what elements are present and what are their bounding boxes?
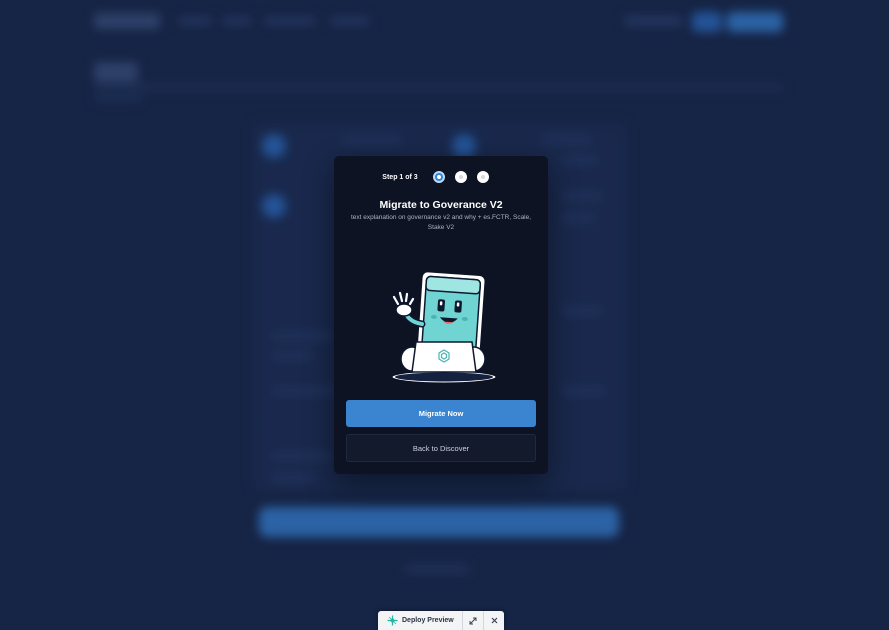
back-to-discover-button[interactable]: Back to Discover (346, 434, 536, 462)
migration-modal: Step 1 of 3 Migrate to Goverance V2 text… (334, 156, 548, 474)
deploy-preview-bar: Deploy Preview (378, 611, 504, 630)
step-3-indicator[interactable] (476, 171, 489, 183)
netlify-logo-icon (386, 615, 398, 627)
expand-icon[interactable] (463, 611, 483, 630)
close-icon[interactable] (484, 611, 504, 630)
step-2-indicator[interactable] (454, 171, 467, 183)
migrate-now-button[interactable]: Migrate Now (346, 400, 536, 427)
step-1-indicator[interactable] (432, 171, 445, 183)
deploy-preview-label[interactable]: Deploy Preview (402, 617, 454, 624)
robot-mascot-illustration (391, 272, 497, 384)
step-label: Step 1 of 3 (382, 173, 418, 181)
modal-title: Migrate to Goverance V2 (379, 199, 503, 211)
modal-description: text explanation on governance v2 and wh… (350, 214, 532, 231)
stepper: Step 1 of 3 (334, 169, 548, 185)
